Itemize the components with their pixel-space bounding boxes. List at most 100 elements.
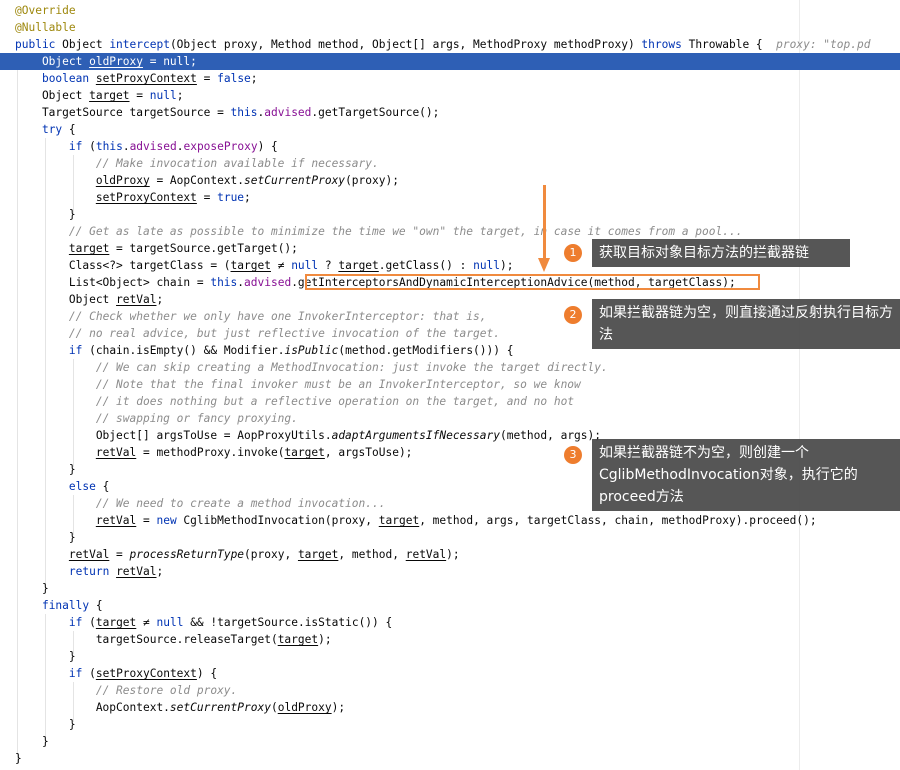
code-line[interactable]: if (setProxyContext) { — [0, 665, 900, 682]
code-line[interactable]: // it does nothing but a reflective oper… — [0, 393, 900, 410]
code-line-text: // swapping or fancy proxying. — [15, 410, 298, 427]
code-line-text: retVal = processReturnType(proxy, target… — [15, 546, 460, 563]
code-line-text: // Check whether we only have one Invoke… — [15, 308, 487, 325]
code-token: Object — [15, 293, 117, 306]
code-line[interactable]: // Make invocation available if necessar… — [0, 155, 900, 172]
code-line[interactable]: retVal = processReturnType(proxy, target… — [0, 546, 900, 563]
code-token: , method, — [338, 548, 406, 561]
code-token: , method, args, targetClass, chain, meth… — [419, 514, 817, 527]
code-token: if — [68, 616, 83, 629]
code-token: ; — [156, 565, 164, 578]
code-line[interactable]: } — [0, 733, 900, 750]
code-token: AopContext. — [15, 701, 170, 714]
code-token: Class<?> targetClass = ( — [15, 259, 231, 272]
code-token: else — [68, 480, 96, 493]
code-token: CglibMethodInvocation(proxy, — [176, 514, 379, 527]
code-token: if — [68, 140, 83, 153]
code-token: .getTargetSource(); — [311, 106, 440, 119]
code-line[interactable]: } — [0, 716, 900, 733]
code-line[interactable]: retVal = new CglibMethodInvocation(proxy… — [0, 512, 900, 529]
code-token: ? — [318, 259, 339, 272]
code-token: // swapping or fancy proxying. — [95, 412, 298, 425]
callout-badge-1: 1 — [564, 244, 582, 262]
code-line[interactable]: finally { — [0, 597, 900, 614]
code-line[interactable]: } — [0, 648, 900, 665]
code-line[interactable]: Object oldProxy = null; — [0, 53, 900, 70]
code-token: List<Object> chain = — [15, 276, 211, 289]
code-line[interactable]: public Object intercept(Object proxy, Me… — [0, 36, 900, 53]
code-line-text: boolean setProxyContext = false; — [15, 70, 258, 87]
code-token: } — [15, 463, 76, 476]
code-token: ) { — [196, 667, 218, 680]
code-token: isPublic — [284, 344, 339, 357]
code-line[interactable]: AopContext.setCurrentProxy(oldProxy); — [0, 699, 900, 716]
code-token: target — [95, 616, 137, 629]
code-line[interactable]: // We can skip creating a MethodInvocati… — [0, 359, 900, 376]
code-line-text: // Note that the final invoker must be a… — [15, 376, 581, 393]
code-line[interactable]: // swapping or fancy proxying. — [0, 410, 900, 427]
code-line-text: // no real advice, but just reflective i… — [15, 325, 500, 342]
code-line[interactable]: if (target ≠ null && !targetSource.isSta… — [0, 614, 900, 631]
code-line-text: } — [15, 461, 76, 478]
code-line-text: AopContext.setCurrentProxy(oldProxy); — [15, 699, 345, 716]
code-token: // Check whether we only have one Invoke… — [68, 310, 487, 323]
code-line[interactable]: @Nullable — [0, 19, 900, 36]
code-token: (method.getModifiers())) { — [338, 344, 514, 357]
code-line[interactable]: // Get as late as possible to minimize t… — [0, 223, 900, 240]
code-token: setCurrentProxy — [244, 174, 346, 187]
code-token: setProxyContext — [95, 72, 197, 85]
code-token: target — [277, 633, 319, 646]
code-line[interactable]: } — [0, 529, 900, 546]
code-line[interactable]: } — [0, 206, 900, 223]
code-line[interactable]: try { — [0, 121, 900, 138]
code-line-text: } — [15, 206, 76, 223]
code-line[interactable]: targetSource.releaseTarget(target); — [0, 631, 900, 648]
code-token: public — [15, 38, 63, 51]
code-token: Object[] argsToUse = AopProxyUtils. — [15, 429, 332, 442]
code-line-text: // Get as late as possible to minimize t… — [15, 223, 743, 240]
code-line-text: // it does nothing but a reflective oper… — [15, 393, 574, 410]
code-token: target — [89, 89, 130, 102]
code-token: // We can skip creating a MethodInvocati… — [95, 361, 608, 374]
code-line[interactable]: // Note that the final invoker must be a… — [0, 376, 900, 393]
code-token: ; — [156, 293, 164, 306]
code-token: } — [15, 531, 76, 544]
code-token: ≠ — [270, 259, 292, 272]
code-line-text: } — [15, 580, 49, 597]
code-line[interactable]: Object target = null; — [0, 87, 900, 104]
code-token: new — [156, 514, 177, 527]
code-line-text: targetSource.releaseTarget(target); — [15, 631, 332, 648]
code-line[interactable]: TargetSource targetSource = this.advised… — [0, 104, 900, 121]
code-line[interactable]: return retVal; — [0, 563, 900, 580]
code-line[interactable]: if (this.advised.exposeProxy) { — [0, 138, 900, 155]
callout-badge-3: 3 — [564, 446, 582, 464]
code-line[interactable]: } — [0, 750, 900, 767]
code-line[interactable]: // Restore old proxy. — [0, 682, 900, 699]
code-token: // Get as late as possible to minimize t… — [68, 225, 743, 238]
code-token: .getClass() : — [378, 259, 474, 272]
code-token: retVal — [95, 446, 137, 459]
code-line[interactable]: } — [0, 580, 900, 597]
code-token: oldProxy — [277, 701, 332, 714]
code-line[interactable]: @Override — [0, 2, 900, 19]
code-line[interactable]: oldProxy = AopContext.setCurrentProxy(pr… — [0, 172, 900, 189]
code-editor[interactable]: @Override @Nullable public Object intercep… — [0, 0, 900, 770]
code-token: // Restore old proxy. — [95, 684, 238, 697]
code-line[interactable]: boolean setProxyContext = false; — [0, 70, 900, 87]
code-line-text: oldProxy = AopContext.setCurrentProxy(pr… — [15, 172, 399, 189]
code-token: setProxyContext — [95, 191, 197, 204]
code-token: oldProxy — [95, 174, 150, 187]
code-token: @Nullable — [15, 21, 76, 34]
code-token: = — [109, 548, 130, 561]
code-line[interactable]: setProxyContext = true; — [0, 189, 900, 206]
